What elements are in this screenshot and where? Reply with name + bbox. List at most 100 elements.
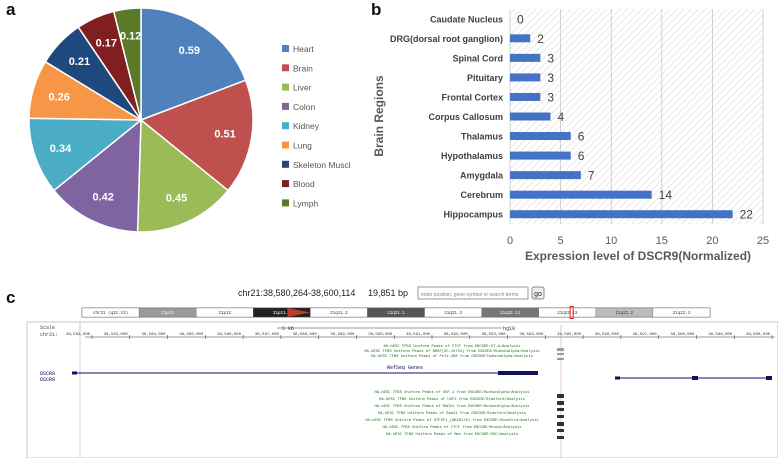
size-text: 19,851 bp <box>368 288 408 298</box>
ruler-tick-label: 38,593,000 <box>482 333 507 337</box>
bar <box>510 151 571 160</box>
tfbs-track-label: HA-hESC TFBS Uniform Peaks of Pol2-4H8 f… <box>371 354 533 359</box>
data-label: 4 <box>557 110 564 124</box>
position-text: chr21:38,580,264-38,600,114 <box>238 288 355 298</box>
data-label: 6 <box>578 149 585 163</box>
tfbs-track-label: HA-hESC TFBS Uniform Peaks of CTCF from … <box>383 425 522 430</box>
tfbs-track-label: HA-hESC TFBS Uniform Peaks of Rad21 from… <box>378 411 526 416</box>
bar <box>510 34 531 43</box>
ideogram-band-label: 21q22.13 <box>557 312 578 316</box>
data-label: 6 <box>578 130 585 144</box>
x-tick-label: 20 <box>706 235 718 247</box>
ideogram-band-label: 21q21.1 <box>387 312 405 316</box>
gene-name-2: DSCR9 <box>40 377 55 383</box>
x-tick-label: 0 <box>507 235 513 247</box>
ruler-tick-label: 38,584,000 <box>142 333 167 337</box>
tfbs-peak <box>557 358 564 360</box>
bar-y-axis-label: Brain Regions <box>372 75 386 157</box>
tfbs-peak <box>557 394 564 398</box>
ideogram-band-label: 21q21.3 <box>444 312 462 316</box>
tfbs-peak <box>557 422 564 426</box>
ruler-tick-label: 38,592,000 <box>444 333 469 337</box>
ideogram-band-label: 21p12 <box>218 312 231 316</box>
ruler-tick-label: 38,596,000 <box>595 333 620 337</box>
data-label: 14 <box>659 188 673 202</box>
genome-browser: chr21:38,580,264-38,600,114 19,851 bp en… <box>26 286 778 458</box>
tfbs-track-label: HA-hESC TFBS Uniform Peaks of USF2 from … <box>379 397 525 402</box>
bar-x-axis-label: Expression level of DSCR9(Normalized) <box>525 249 751 263</box>
tfbs-peak <box>557 415 564 418</box>
ruler-tick-label: 38,587,000 <box>255 333 280 337</box>
search-placeholder: enter position, gene symbol or search te… <box>421 292 519 298</box>
x-tick-label: 25 <box>757 235 769 247</box>
bar <box>510 190 652 199</box>
tfbs-peak <box>557 401 564 405</box>
tfbs-track-label: HA-hESC TFBS Uniform Peaks of NRSF(SC-15… <box>364 349 539 354</box>
data-label: 7 <box>588 169 595 183</box>
ideogram-band-label: 21p13 <box>161 312 174 316</box>
category-label: Pituitary <box>467 73 503 83</box>
tfbs-track-label: HA-hESC TFBS Uniform Peaks of RAD21 from… <box>375 404 530 409</box>
tfbs-peak <box>557 436 564 439</box>
tfbs-track-label: HA-hESC TFBS Uniform Peaks of GTF2F1_(AB… <box>365 418 538 423</box>
category-label: Cerebrum <box>460 190 503 200</box>
data-label: 3 <box>547 51 554 65</box>
ruler-tick-label: 38,591,000 <box>406 333 431 337</box>
category-label: Hypothalamus <box>441 151 503 161</box>
scale-bar-label: 5 kb <box>282 326 294 332</box>
bar <box>510 132 571 141</box>
bar-chart: Caudate Nucleus DRG(dorsal root ganglion)… <box>372 9 769 263</box>
bar <box>510 210 733 219</box>
category-label: Corpus Callosum <box>428 112 503 122</box>
panel-label-c: c <box>6 288 16 307</box>
ruler-tick-label: 38,594,000 <box>519 333 544 337</box>
tfbs-track-label: HA-hESC TFBS Uniform Peaks of CTCF from … <box>384 344 521 349</box>
data-label: 3 <box>547 90 554 104</box>
ideogram-band-label: 21q22.3 <box>673 312 691 316</box>
tfbs-peak <box>557 429 564 432</box>
category-label: Spinal Cord <box>452 53 503 63</box>
chromosome-ideogram: chr21 (q22.13) 21p13 21p12 21p11.2 21q11.2 21… <box>81 306 711 319</box>
ideogram-band-label: 21q22.11 <box>500 312 521 316</box>
data-label: 2 <box>537 32 544 46</box>
gene-track-label: RefSeq Genes <box>387 365 423 371</box>
x-tick-label: 15 <box>656 235 668 247</box>
ruler-tick-label: 38,590,000 <box>368 333 393 337</box>
bar <box>510 73 541 82</box>
ruler-tick-label: 38,597,000 <box>633 333 658 337</box>
category-label: Caudate Nucleus <box>430 14 503 24</box>
ideogram-band-label: 21q22.2 <box>616 312 634 316</box>
tfbs-peak <box>557 353 564 355</box>
data-label: 22 <box>740 208 754 222</box>
bar-x-tick-labels: 0 5 10 15 20 25 <box>507 235 769 247</box>
category-label: DRG(dorsal root ganglion) <box>390 34 503 44</box>
x-tick-label: 10 <box>605 235 617 247</box>
ruler-tick-label: 38,583,000 <box>104 333 129 337</box>
bar <box>510 171 581 180</box>
ruler-tick-label: 38,585,000 <box>179 333 204 337</box>
ruler-tick-label: 38,588,000 <box>293 333 318 337</box>
scale-label: Scale <box>40 325 55 331</box>
ruler-tick-label: 38,598,000 <box>670 333 695 337</box>
category-label: Thalamus <box>461 132 503 142</box>
assembly-label: hg19 <box>503 326 515 332</box>
bar-category-labels: Caudate Nucleus DRG(dorsal root ganglion)… <box>390 14 504 219</box>
ruler-tick-label: 38,582,000 <box>66 333 91 337</box>
bar <box>510 112 551 121</box>
category-label: Hippocampus <box>443 210 503 220</box>
tfbs-peak <box>557 348 564 351</box>
ideogram-band-label: 21q11.2 <box>330 312 348 316</box>
track-panel <box>26 321 778 458</box>
data-label: 0 <box>517 12 524 26</box>
go-button-label: go <box>534 291 542 298</box>
tfbs-track-label: HA-hESC TFBS Uniform Peaks of Max from E… <box>386 432 518 437</box>
category-label: Frontal Cortex <box>441 92 503 102</box>
bar <box>510 53 541 62</box>
ruler-tick-label: 38,599,000 <box>708 333 733 337</box>
category-label: Amygdala <box>460 171 504 181</box>
chrom-label: chr21: <box>40 332 58 338</box>
tfbs-track-label: HA-hESC TFBS Uniform Peaks of USF-1 from… <box>375 390 530 395</box>
ruler-tick-label: 38,589,000 <box>330 333 355 337</box>
x-tick-label: 5 <box>558 235 564 247</box>
ruler-tick-label: 38,600,000 <box>746 333 771 337</box>
